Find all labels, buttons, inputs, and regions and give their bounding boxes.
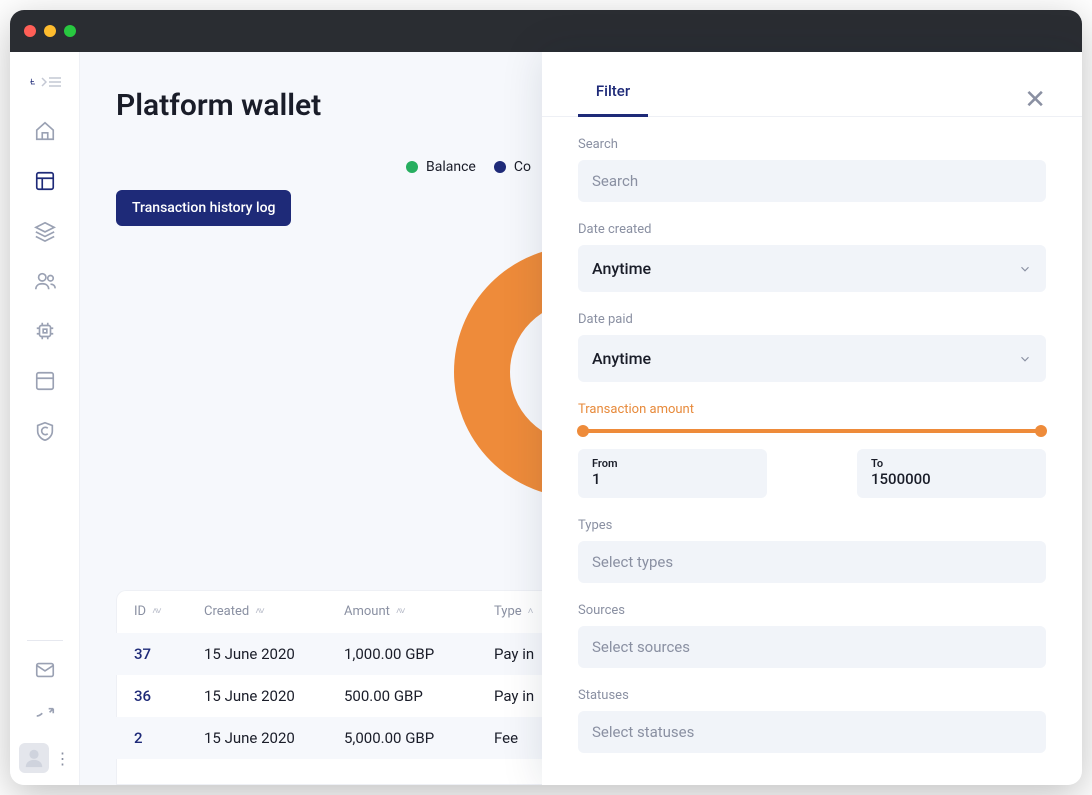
search-label: Search [578,137,1046,152]
th-id[interactable]: ID˄˅ [134,604,204,619]
window-controls [24,25,76,37]
kebab-icon[interactable]: ⋮ [55,749,71,768]
window-minimize-button[interactable] [44,25,56,37]
types-select[interactable]: Select types [578,541,1046,583]
close-icon[interactable]: ✕ [1024,87,1046,113]
row-created: 15 June 2020 [204,729,344,747]
legend-compare: Co [494,159,531,175]
sidebar-divider [27,640,63,641]
row-created: 15 June 2020 [204,687,344,705]
sources-select[interactable]: Select sources [578,626,1046,668]
avatar-row[interactable]: ⋮ [19,743,71,773]
chevron-down-icon [1018,262,1032,276]
legend-dot-balance [406,161,418,173]
amount-from-input[interactable]: From 1 [578,449,767,498]
layers-icon[interactable] [34,220,56,242]
statuses-label: Statuses [578,688,1046,703]
share-icon[interactable] [34,705,56,727]
row-created: 15 June 2020 [204,645,344,663]
row-amount: 500.00 GBP [344,687,494,705]
slider-handle-from[interactable] [577,425,589,437]
row-id-link[interactable]: 36 [134,687,151,705]
date-created-select[interactable]: Anytime [578,245,1046,292]
sidebar: ⋮ [10,52,80,785]
date-paid-select[interactable]: Anytime [578,335,1046,382]
th-amount[interactable]: Amount˄˅ [344,604,494,619]
sidebar-nav [34,120,56,442]
shield-icon[interactable] [34,420,56,442]
brand-logo[interactable] [29,66,61,98]
window-maximize-button[interactable] [64,25,76,37]
sidebar-bottom [34,659,56,727]
row-id-link[interactable]: 37 [134,645,151,663]
titlebar [10,10,1082,52]
window-close-button[interactable] [24,25,36,37]
filter-panel: Filter ✕ Search Date created Anytime Dat… [542,52,1082,785]
mail-icon[interactable] [34,659,56,681]
collapse-icon[interactable] [41,77,61,87]
row-amount: 5,000.00 GBP [344,729,494,747]
amount-slider[interactable] [578,429,1046,433]
statuses-select[interactable]: Select statuses [578,711,1046,753]
amount-to-input[interactable]: To 1500000 [857,449,1046,498]
content: ⋮ Platform wallet Balance Co Transaction… [10,52,1082,785]
users-icon[interactable] [34,270,56,292]
types-label: Types [578,518,1046,533]
chevron-down-icon [1018,352,1032,366]
slider-handle-to[interactable] [1035,425,1047,437]
sources-label: Sources [578,603,1046,618]
legend-dot-compare [494,161,506,173]
transaction-amount-label: Transaction amount [578,402,1046,417]
dashboard-icon[interactable] [34,170,56,192]
app-window: ⋮ Platform wallet Balance Co Transaction… [10,10,1082,785]
chip-icon[interactable] [34,320,56,342]
filter-tab[interactable]: Filter [578,82,648,117]
date-created-label: Date created [578,222,1046,237]
row-amount: 1,000.00 GBP [344,645,494,663]
legend-balance: Balance [406,159,476,175]
home-icon[interactable] [34,120,56,142]
row-id-link[interactable]: 2 [134,729,143,747]
transaction-history-log-button[interactable]: Transaction history log [116,190,291,226]
panel-icon[interactable] [34,370,56,392]
search-input[interactable] [578,160,1046,202]
filter-header: Filter ✕ [578,82,1046,117]
th-created[interactable]: Created˄˅ [204,604,344,619]
avatar[interactable] [19,743,49,773]
date-paid-label: Date paid [578,312,1046,327]
